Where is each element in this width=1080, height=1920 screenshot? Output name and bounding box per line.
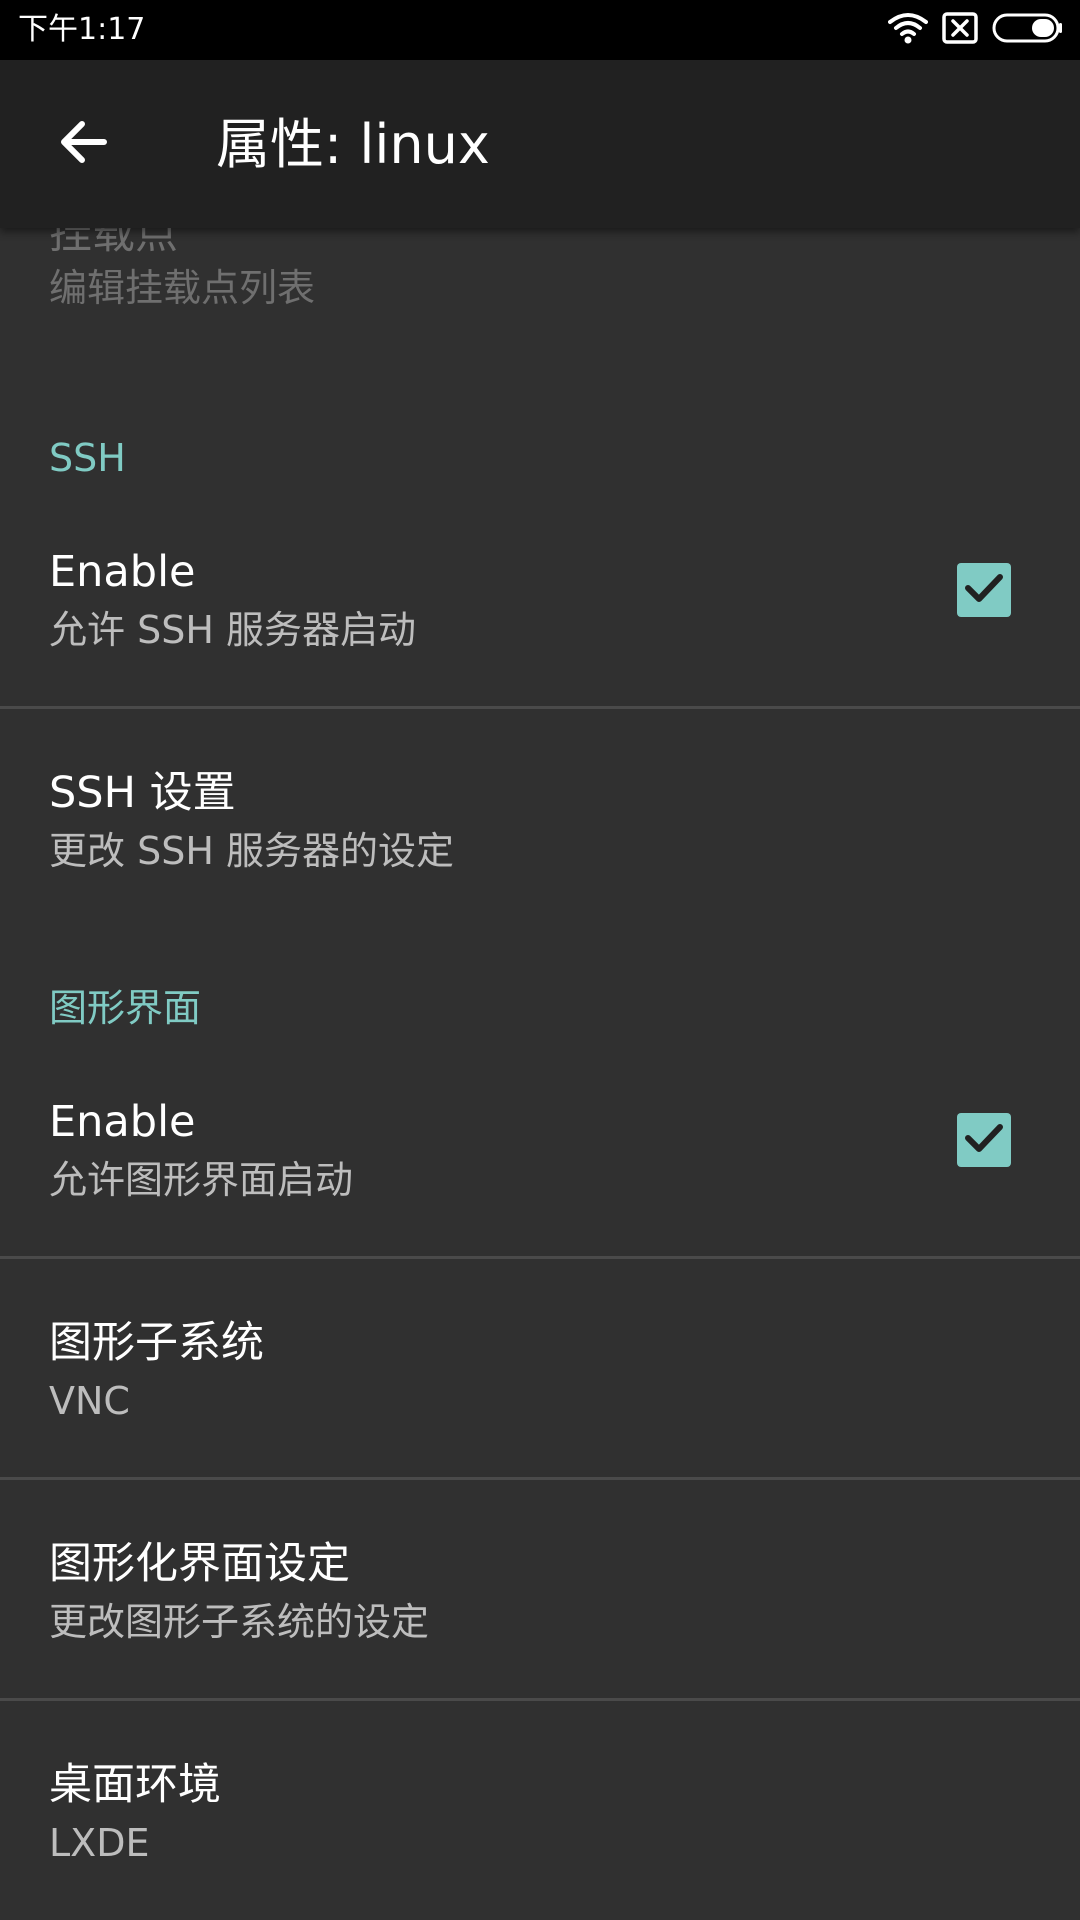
wifi-icon xyxy=(888,12,928,48)
app-bar: 属性: linux xyxy=(0,60,1080,228)
check-icon xyxy=(964,572,1004,608)
category-gui: 图形界面 xyxy=(49,986,202,1030)
pref-title: SSH 设置 xyxy=(49,768,236,818)
pref-summary: 允许图形界面启动 xyxy=(49,1158,354,1202)
pref-gui-enable[interactable]: Enable 允许图形界面启动 xyxy=(0,1056,1080,1236)
settings-list[interactable]: 挂载点 编辑挂载点列表 SSH Enable 允许 SSH 服务器启动 SSH … xyxy=(0,228,1080,1920)
pref-gui-settings[interactable]: 图形化界面设定 更改图形子系统的设定 xyxy=(0,1480,1080,1660)
pref-mount-points[interactable]: 挂载点 编辑挂载点列表 xyxy=(0,228,1080,358)
pref-summary: 更改图形子系统的设定 xyxy=(49,1600,430,1644)
pref-title: 图形子系统 xyxy=(49,1318,264,1368)
pref-summary: 编辑挂载点列表 xyxy=(49,266,316,310)
status-icons xyxy=(888,12,1064,48)
ssh-enable-checkbox[interactable] xyxy=(957,563,1011,617)
pref-value: VNC xyxy=(49,1379,130,1423)
gui-enable-checkbox[interactable] xyxy=(957,1113,1011,1167)
pref-ssh-settings[interactable]: SSH 设置 更改 SSH 服务器的设定 xyxy=(0,709,1080,889)
pref-title: 挂载点 xyxy=(49,228,178,259)
arrow-back-icon xyxy=(54,114,110,174)
pref-value: LXDE xyxy=(49,1821,150,1865)
pref-gui-subsystem[interactable]: 图形子系统 VNC xyxy=(0,1259,1080,1439)
back-button[interactable] xyxy=(44,106,120,182)
status-bar: 下午1:17 xyxy=(0,0,1080,60)
battery-icon xyxy=(992,13,1064,47)
category-ssh: SSH xyxy=(49,436,126,480)
pref-title: Enable xyxy=(49,547,196,597)
check-icon xyxy=(964,1122,1004,1158)
pref-title: 桌面环境 xyxy=(49,1760,221,1810)
pref-title: Enable xyxy=(49,1097,196,1147)
sim-error-icon xyxy=(942,12,978,48)
pref-ssh-enable[interactable]: Enable 允许 SSH 服务器启动 xyxy=(0,506,1080,686)
pref-summary: 允许 SSH 服务器启动 xyxy=(49,608,416,652)
pref-summary: 更改 SSH 服务器的设定 xyxy=(49,829,454,873)
pref-title: 图形化界面设定 xyxy=(49,1539,350,1589)
page-title: 属性: linux xyxy=(216,113,490,176)
pref-desktop-environment[interactable]: 桌面环境 LXDE xyxy=(0,1701,1080,1881)
status-time: 下午1:17 xyxy=(18,12,146,47)
